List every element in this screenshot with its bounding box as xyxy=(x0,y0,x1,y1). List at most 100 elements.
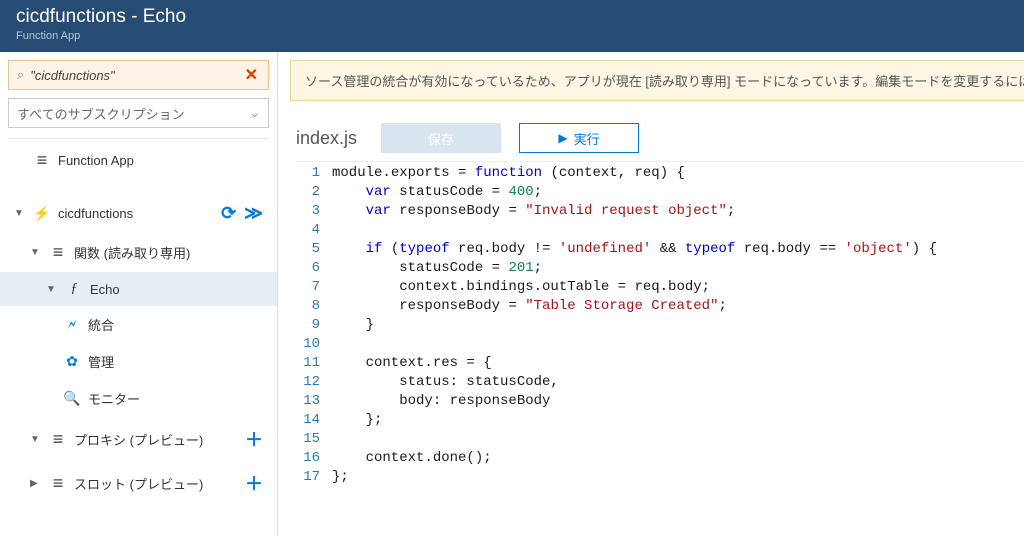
sidebar-item-slot[interactable]: ▶ スロット (プレビュー) ＋ xyxy=(0,461,277,505)
sidebar-item-proxy[interactable]: ▼ プロキシ (プレビュー) ＋ xyxy=(0,417,277,461)
clear-search-icon[interactable]: ✕ xyxy=(243,65,260,85)
chevron-down-icon: ▼ xyxy=(30,247,44,258)
line-number: 5 xyxy=(296,240,332,259)
code-text: module.exports = function (context, req)… xyxy=(332,164,685,183)
code-line[interactable]: 1module.exports = function (context, req… xyxy=(296,164,1024,183)
line-number: 8 xyxy=(296,297,332,316)
line-number: 9 xyxy=(296,316,332,335)
code-text: context.done(); xyxy=(332,449,492,468)
line-number: 3 xyxy=(296,202,332,221)
add-icon[interactable]: ＋ xyxy=(245,426,263,452)
chevron-down-icon: ▼ xyxy=(14,208,28,219)
code-text: responseBody = "Table Storage Created"; xyxy=(332,297,727,316)
play-icon: ▶ xyxy=(558,131,567,145)
code-line[interactable]: 2 var statusCode = 400; xyxy=(296,183,1024,202)
code-line[interactable]: 17}; xyxy=(296,468,1024,487)
editor-toolbar: index.js 保存 ▶ 実行 xyxy=(296,123,1024,153)
add-icon[interactable]: ＋ xyxy=(245,470,263,496)
line-number: 4 xyxy=(296,221,332,240)
line-number: 17 xyxy=(296,468,332,487)
subscription-label: すべてのサブスクリプション xyxy=(17,104,185,123)
code-line[interactable]: 15 xyxy=(296,430,1024,449)
code-text: } xyxy=(332,316,374,335)
sidebar-item-label: Function App xyxy=(58,153,267,168)
sidebar-item-label: モニター xyxy=(88,389,267,408)
sidebar-item-functions[interactable]: ▼ 関数 (読み取り専用) xyxy=(0,233,277,272)
list-icon xyxy=(32,150,52,171)
code-text: var statusCode = 400; xyxy=(332,183,542,202)
line-number: 7 xyxy=(296,278,332,297)
sidebar-item-function-app[interactable]: Function App xyxy=(0,141,277,180)
gear-icon: ✿ xyxy=(62,353,82,370)
sidebar-item-label: スロット (プレビュー) xyxy=(74,474,245,493)
code-line[interactable]: 12 status: statusCode, xyxy=(296,373,1024,392)
filename-label: index.js xyxy=(296,128,357,149)
code-line[interactable]: 6 statusCode = 201; xyxy=(296,259,1024,278)
line-number: 11 xyxy=(296,354,332,373)
code-line[interactable]: 4 xyxy=(296,221,1024,240)
page-title: cicdfunctions - Echo xyxy=(16,6,1008,28)
sidebar-item-echo[interactable]: ▼ ƒ Echo xyxy=(0,272,277,306)
more-icon[interactable]: ≫ xyxy=(244,203,263,224)
code-text: }; xyxy=(332,468,349,487)
line-number: 1 xyxy=(296,164,332,183)
page-subtitle: Function App xyxy=(16,30,1008,42)
code-line[interactable]: 10 xyxy=(296,335,1024,354)
line-number: 15 xyxy=(296,430,332,449)
sidebar-item-label: プロキシ (プレビュー) xyxy=(74,430,245,449)
code-line[interactable]: 3 var responseBody = "Invalid request ob… xyxy=(296,202,1024,221)
code-text: var responseBody = "Invalid request obje… xyxy=(332,202,735,221)
sidebar-item-manage[interactable]: ✿ 管理 xyxy=(0,343,277,380)
run-button[interactable]: ▶ 実行 xyxy=(519,123,639,153)
line-number: 13 xyxy=(296,392,332,411)
code-line[interactable]: 11 context.res = { xyxy=(296,354,1024,373)
run-button-label: 実行 xyxy=(574,129,600,148)
subscription-dropdown[interactable]: すべてのサブスクリプション ⌄ xyxy=(8,98,269,128)
list-icon xyxy=(48,242,68,263)
code-text: context.res = { xyxy=(332,354,492,373)
code-line[interactable]: 14 }; xyxy=(296,411,1024,430)
code-text: context.bindings.outTable = req.body; xyxy=(332,278,710,297)
sidebar-item-label: Echo xyxy=(90,282,267,297)
code-editor[interactable]: 1module.exports = function (context, req… xyxy=(296,161,1024,487)
chevron-down-icon: ⌄ xyxy=(249,105,260,121)
search-box[interactable]: ⌕ ✕ xyxy=(8,60,269,90)
sidebar-item-integration[interactable]: 🗲 統合 xyxy=(0,306,277,343)
refresh-icon[interactable]: ⟳ xyxy=(221,203,236,224)
code-text: body: responseBody xyxy=(332,392,550,411)
readonly-banner: ソース管理の統合が有効になっているため、アプリが現在 [読み取り専用] モードに… xyxy=(290,60,1024,101)
sidebar-item-monitor[interactable]: 🔍 モニター xyxy=(0,380,277,417)
sidebar-item-label: 関数 (読み取り専用) xyxy=(74,243,267,262)
code-line[interactable]: 9 } xyxy=(296,316,1024,335)
line-number: 16 xyxy=(296,449,332,468)
save-button-label: 保存 xyxy=(428,129,454,148)
sidebar-item-app[interactable]: ▼ ⚡ cicdfunctions ⟳ ≫ xyxy=(0,194,277,233)
search-input[interactable] xyxy=(30,68,242,83)
code-line[interactable]: 13 body: responseBody xyxy=(296,392,1024,411)
chevron-right-icon: ▶ xyxy=(30,478,44,489)
code-line[interactable]: 5 if (typeof req.body != 'undefined' && … xyxy=(296,240,1024,259)
list-icon xyxy=(48,473,68,494)
main-panel: ソース管理の統合が有効になっているため、アプリが現在 [読み取り専用] モードに… xyxy=(278,52,1024,536)
code-line[interactable]: 8 responseBody = "Table Storage Created"… xyxy=(296,297,1024,316)
sidebar-item-label: 統合 xyxy=(88,315,267,334)
chevron-down-icon: ▼ xyxy=(46,284,60,295)
code-text: status: statusCode, xyxy=(332,373,559,392)
function-icon: ƒ xyxy=(64,281,84,297)
code-text: statusCode = 201; xyxy=(332,259,542,278)
code-text: }; xyxy=(332,411,382,430)
line-number: 14 xyxy=(296,411,332,430)
header: cicdfunctions - Echo Function App xyxy=(0,0,1024,52)
save-button[interactable]: 保存 xyxy=(381,123,501,153)
search-icon: ⌕ xyxy=(17,67,24,83)
sidebar-item-label: 管理 xyxy=(88,352,267,371)
sidebar: ⌕ ✕ すべてのサブスクリプション ⌄ Function App ▼ ⚡ cic… xyxy=(0,52,278,536)
line-number: 10 xyxy=(296,335,332,354)
lightning-icon: ⚡ xyxy=(32,205,52,222)
list-icon xyxy=(48,429,68,450)
line-number: 6 xyxy=(296,259,332,278)
code-line[interactable]: 7 context.bindings.outTable = req.body; xyxy=(296,278,1024,297)
line-number: 12 xyxy=(296,373,332,392)
monitor-icon: 🔍 xyxy=(62,390,82,407)
code-line[interactable]: 16 context.done(); xyxy=(296,449,1024,468)
